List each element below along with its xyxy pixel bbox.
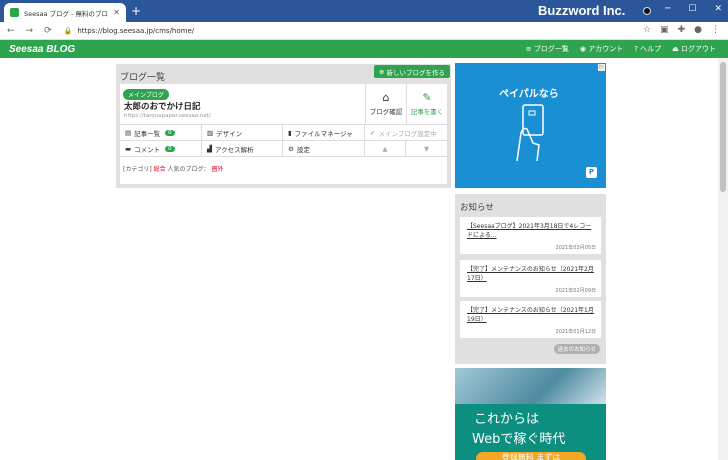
design-link[interactable]: ▨ デザイン — [202, 125, 283, 141]
arrow-up-icon: ▲ — [382, 145, 388, 153]
file-manager-link[interactable]: ▮ ファイルマネージャ — [283, 125, 365, 141]
write-article-button[interactable]: ✎ 記事を書く — [406, 84, 447, 124]
site-header: Seesaa BLOG ≡ ブログ一覧 ◉ アカウント ? ヘルプ ⏏ ログアウ… — [0, 40, 728, 58]
arrow-down-icon: ▼ — [424, 145, 429, 153]
gear-icon: ⚙ — [288, 145, 294, 153]
paypal-logo-icon: P — [586, 167, 597, 178]
card-hand-icon — [516, 104, 544, 162]
nav-help[interactable]: ? ヘルプ — [634, 44, 661, 54]
header-nav: ≡ ブログ一覧 ◉ アカウント ? ヘルプ ⏏ ログアウト — [526, 44, 716, 54]
new-tab-icon[interactable]: + — [131, 4, 141, 18]
main-blog-badge: メインブログ — [123, 89, 169, 100]
nav-blog-list[interactable]: ≡ ブログ一覧 — [526, 44, 569, 54]
profile-icon[interactable]: ● — [694, 25, 702, 35]
main-blog-setting: ✔ メインブログ設定中 — [370, 129, 437, 138]
maximize-icon[interactable]: ☐ — [688, 4, 696, 14]
url-field[interactable]: https://blog.seesaa.jp/cms/home/ — [77, 27, 194, 35]
access-analysis-link[interactable]: ▟ アクセス解析 — [202, 141, 283, 157]
comment-icon: ▬ — [125, 145, 132, 153]
blog-name[interactable]: 太郎のおでかけ日記 — [124, 100, 201, 112]
page-scrollbar[interactable] — [718, 58, 728, 460]
image-icon: ▨ — [207, 129, 214, 137]
article-count-badge: 0 — [165, 130, 175, 136]
ad2-line2: Webで稼ぐ時代 — [472, 432, 566, 447]
menu-icon[interactable]: ⋮ — [711, 25, 720, 35]
file-icon: ▮ — [288, 129, 292, 137]
web-earning-ad[interactable]: これからは Webで稼ぐ時代 登録無料 まずは — [455, 368, 606, 460]
minimize-icon[interactable]: ─ — [665, 4, 670, 14]
back-icon[interactable]: ← — [7, 26, 15, 36]
nav-logout[interactable]: ⏏ ログアウト — [672, 44, 716, 54]
move-up-button[interactable]: ▲ — [365, 141, 406, 157]
puzzle-icon[interactable]: ✚ — [678, 25, 686, 35]
forward-icon[interactable]: → — [26, 26, 34, 36]
article-list-link[interactable]: ▤ 記事一覧 0 — [120, 125, 202, 141]
ad-photo — [455, 368, 606, 404]
seesaa-favicon-icon — [10, 8, 19, 17]
article-icon: ▤ — [125, 129, 132, 137]
blog-confirm-button[interactable]: ⌂ ブログ確認 — [365, 84, 406, 124]
blog-list-panel: ブログ一覧 ⊕ 新しいブログを作る メインブログ 太郎のおでかけ日記 https… — [116, 64, 451, 188]
past-news-button[interactable]: 過去のお知らせ — [553, 344, 600, 354]
window-controls: ─ ☐ ✕ — [665, 4, 722, 14]
news-item[interactable]: 【Seesaaブログ】2021年3月18日で4レコードによる... 2021年0… — [460, 217, 601, 254]
watermark-text: Buzzword Inc. — [538, 3, 626, 18]
close-tab-icon[interactable]: ✕ — [113, 8, 120, 17]
move-down-button[interactable]: ▼ — [406, 141, 447, 157]
ad2-cta-button[interactable]: 登録無料 まずは — [476, 452, 586, 460]
news-item[interactable]: 【完了】メンテナンスのお知らせ（2021年2月17日） 2021年02月09日 — [460, 260, 601, 297]
category-value[interactable]: 総合 — [154, 166, 166, 173]
blog-url[interactable]: https://tarouapaper.seesaa.net/ — [124, 113, 211, 119]
news-title: お知らせ — [460, 203, 494, 213]
reload-icon[interactable]: ⟳ — [44, 26, 52, 36]
ad2-line1: これからは — [474, 412, 540, 427]
address-bar: ← → ⟳ 🔒 https://blog.seesaa.jp/cms/home/… — [0, 22, 728, 40]
seesaa-logo[interactable]: Seesaa BLOG — [9, 44, 75, 55]
nav-account[interactable]: ◉ アカウント — [580, 44, 623, 54]
news-panel: お知らせ 【Seesaaブログ】2021年3月18日で4レコードによる... 2… — [455, 194, 606, 364]
ad1-text: ペイパルなら — [499, 89, 559, 100]
paypal-ad[interactable]: ▷ ペイパルなら P — [455, 63, 606, 188]
edit-icon: ✎ — [422, 91, 432, 104]
new-blog-button[interactable]: ⊕ 新しいブログを作る — [374, 65, 450, 78]
blog-card: メインブログ 太郎のおでかけ日記 https://tarouapaper.see… — [120, 84, 447, 184]
settings-link[interactable]: ⚙ 設定 — [283, 141, 365, 157]
comment-link[interactable]: ▬ コメント 0 — [120, 141, 202, 157]
plus-icon: ⊕ — [379, 67, 385, 76]
blog-list-title: ブログ一覧 — [120, 73, 166, 83]
star-icon[interactable]: ☆ — [643, 25, 651, 35]
home-icon: ⌂ — [382, 91, 390, 104]
tab-title: Seesaa ブログ - 無料のブログ(blog) — [24, 9, 109, 18]
window-titlebar: Seesaa ブログ - 無料のブログ(blog) ✕ + Buzzword I… — [0, 0, 728, 22]
popular-value: 圏外 — [211, 166, 224, 173]
check-icon: ✔ — [370, 129, 376, 137]
browser-tab[interactable]: Seesaa ブログ - 無料のブログ(blog) ✕ — [4, 3, 126, 22]
close-window-icon[interactable]: ✕ — [714, 4, 722, 14]
record-icon — [643, 7, 651, 15]
category-info: [カテゴリ] 総合 人気のブログ： 圏外 — [123, 166, 224, 173]
comment-count-badge: 0 — [165, 146, 175, 152]
chart-icon: ▟ — [207, 145, 212, 153]
extension-icon[interactable]: ▣ — [660, 25, 669, 35]
scrollbar-thumb[interactable] — [720, 62, 726, 192]
news-item[interactable]: 【完了】メンテナンスのお知らせ（2021年1月19日） 2021年01月12日 — [460, 301, 601, 338]
lock-icon: 🔒 — [63, 26, 73, 35]
ad-choices-icon[interactable]: ▷ — [598, 64, 605, 71]
